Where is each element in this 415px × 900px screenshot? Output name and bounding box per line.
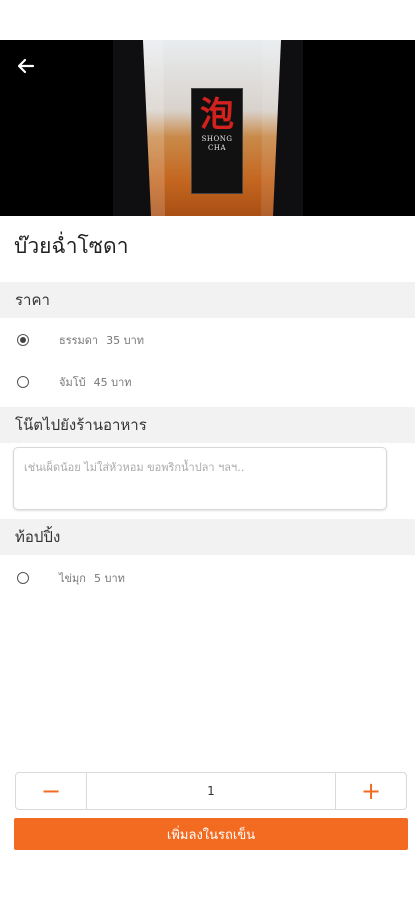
arrow-left-icon — [17, 58, 35, 74]
radio-unselected-icon[interactable] — [17, 572, 29, 584]
quantity-value[interactable]: 1 — [86, 773, 336, 809]
radio-selected-icon[interactable] — [17, 334, 29, 346]
decrement-button[interactable]: − — [16, 773, 86, 809]
note-textarea[interactable] — [14, 448, 386, 509]
price-option-jumbo[interactable]: จัมโบ้ 45 บาท — [17, 373, 132, 391]
quantity-stepper: − 1 + — [15, 772, 407, 810]
option-name: ธรรมดา — [59, 334, 99, 347]
back-button[interactable] — [12, 52, 40, 80]
option-price: 5 บาท — [93, 572, 125, 585]
price-section-header: ราคา — [0, 282, 415, 318]
option-name: จัมโบ้ — [59, 376, 86, 389]
brand-logo-line1: SHONG — [201, 135, 233, 143]
increment-button[interactable]: + — [336, 773, 406, 809]
note-section-label: โน๊ตไปยังร้านอาหาร — [15, 416, 147, 434]
add-to-cart-button[interactable]: เพิ่มลงในรถเข็น — [14, 818, 408, 850]
option-name: ไข่มุก — [59, 572, 86, 585]
price-section-label: ราคา — [15, 291, 50, 309]
topping-section-label: ท้อปปิ้ง — [15, 528, 61, 546]
topping-option-pearl[interactable]: ไข่มุก 5 บาท — [17, 569, 125, 587]
option-price: 35 บาท — [106, 334, 145, 347]
price-option-regular[interactable]: ธรรมดา 35 บาท — [17, 331, 144, 349]
note-section-header: โน๊ตไปยังร้านอาหาร — [0, 407, 415, 443]
note-field[interactable] — [13, 447, 387, 510]
brand-logo-char: 泡 — [200, 95, 234, 135]
brand-logo: 泡 SHONG CHA — [191, 88, 243, 194]
product-title: บ๊วยฉ่ำโซดา — [14, 234, 129, 258]
radio-unselected-icon[interactable] — [17, 376, 29, 388]
status-bar-area — [0, 0, 415, 40]
plus-icon: + — [360, 777, 382, 805]
product-image: 泡 SHONG CHA — [0, 40, 415, 216]
brand-logo-line2: CHA — [207, 144, 226, 152]
option-price: 45 บาท — [93, 376, 132, 389]
topping-section-header: ท้อปปิ้ง — [0, 519, 415, 555]
minus-icon: − — [40, 777, 62, 805]
